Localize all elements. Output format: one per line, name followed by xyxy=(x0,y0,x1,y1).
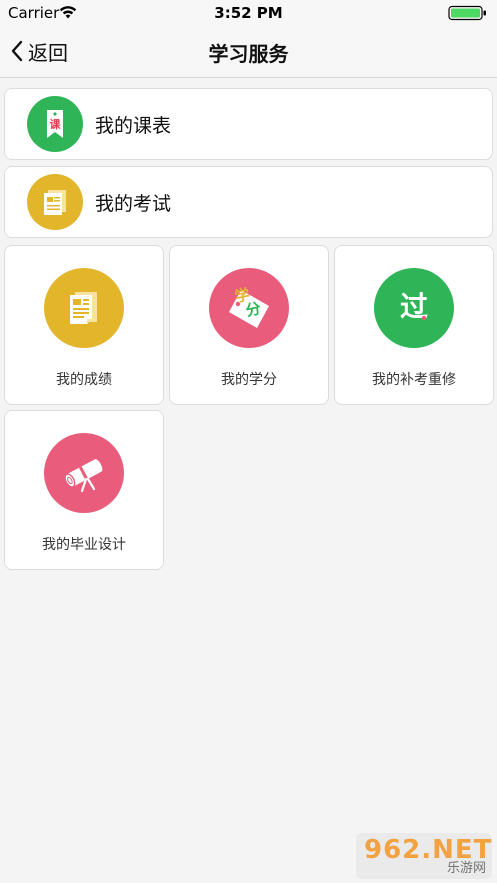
pass-icon: 过 xyxy=(374,268,454,348)
tile-label: 我的毕业设计 xyxy=(42,537,126,553)
site-watermark-logo: 962.NET 乐游网 xyxy=(356,833,492,879)
tile-label: 我的学分 xyxy=(221,372,277,388)
page-title: 学习服务 xyxy=(208,42,289,66)
list-item-label: 我的考试 xyxy=(95,192,172,215)
tile-credits[interactable]: 学 分 我的学分 xyxy=(169,245,329,405)
list-item-schedule[interactable]: 课 我的课表 xyxy=(4,88,493,160)
status-time: 3:52 PM xyxy=(214,4,283,22)
diploma-scroll-icon xyxy=(44,433,124,513)
tile-label: 我的成绩 xyxy=(56,372,112,388)
list-item-exam[interactable]: 我的考试 xyxy=(4,166,493,238)
status-bar: Carrier 3:52 PM xyxy=(0,0,497,26)
battery-icon xyxy=(448,5,486,21)
tile-grades[interactable]: 我的成绩 xyxy=(4,245,164,405)
watermark-sub-text: 乐游网 xyxy=(446,861,486,876)
tile-label: 我的补考重修 xyxy=(372,372,456,388)
tile-graduation-project[interactable]: 我的毕业设计 xyxy=(4,410,164,570)
tile-makeup-exam[interactable]: 过 我的补考重修 xyxy=(334,245,494,405)
svg-text:课: 课 xyxy=(50,117,62,131)
exam-document-icon xyxy=(27,174,83,230)
grades-document-icon xyxy=(44,268,124,348)
schedule-icon: 课 xyxy=(27,96,83,152)
navigation-bar: 返回 学习服务 xyxy=(0,26,497,78)
list-item-label: 我的课表 xyxy=(95,114,172,137)
credit-tag-icon: 学 分 xyxy=(209,268,289,348)
